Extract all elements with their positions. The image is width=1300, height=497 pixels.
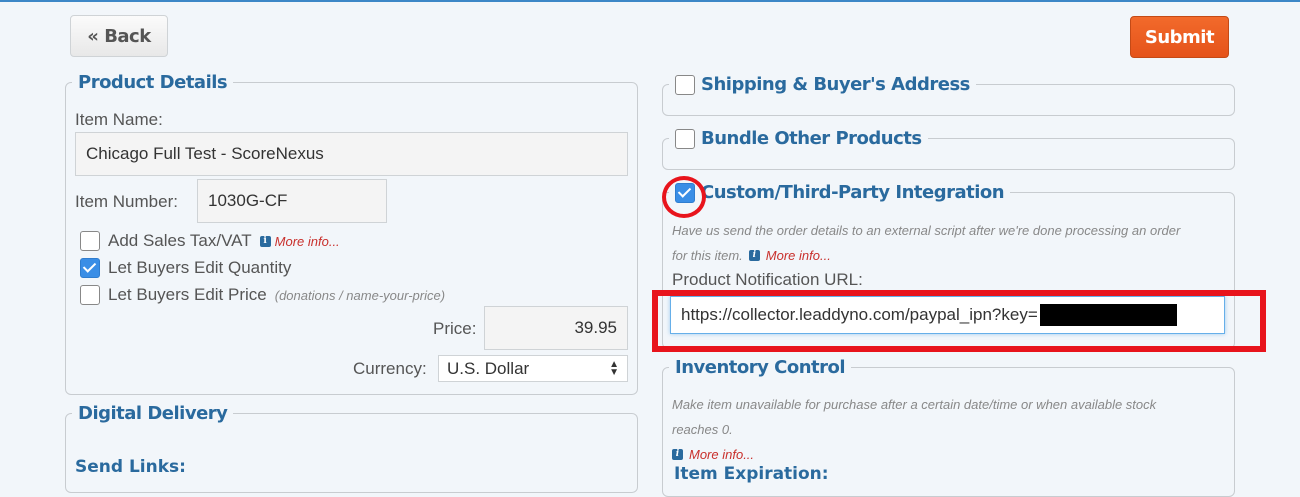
edit-price-label: Let Buyers Edit Price [108, 285, 267, 304]
back-button[interactable]: « Back [70, 15, 168, 57]
bundle-legend: Bundle Other Products [669, 128, 928, 149]
shipping-legend-label: Shipping & Buyer's Address [701, 74, 970, 95]
bundle-legend-label: Bundle Other Products [701, 128, 922, 149]
bundle-panel: Bundle Other Products [662, 128, 1235, 170]
select-arrows-icon: ▲ ▼ [609, 358, 619, 378]
price-label: Price: [433, 319, 477, 338]
edit-price-row: Let Buyers Edit Price (donations / name-… [80, 285, 445, 305]
annotation-circle [662, 176, 706, 218]
integration-legend-label: Custom/Third-Party Integration [701, 182, 1005, 203]
edit-quantity-label: Let Buyers Edit Quantity [108, 258, 292, 277]
edit-price-hint: (donations / name-your-price) [274, 287, 446, 303]
edit-quantity-checkbox[interactable] [80, 258, 100, 278]
sales-tax-row: Add Sales Tax/VAT i More info... [80, 231, 340, 251]
digital-delivery-panel: Digital Delivery [65, 403, 638, 493]
product-details-legend: Product Details [78, 72, 228, 93]
integration-description-line1: Have us send the order details to an ext… [672, 223, 1181, 238]
item-name-label: Item Name: [75, 110, 163, 129]
sales-tax-label: Add Sales Tax/VAT [108, 231, 252, 250]
integration-legend: Custom/Third-Party Integration [669, 182, 1010, 203]
info-icon: i [748, 250, 760, 261]
price-input[interactable]: 39.95 [484, 306, 628, 350]
notification-url-label: Product Notification URL: [672, 270, 863, 289]
top-accent-line [0, 0, 1300, 2]
item-name-input[interactable]: Chicago Full Test - ScoreNexus [75, 132, 628, 176]
integration-description-line2-row: for this item. i More info... [672, 243, 831, 268]
info-icon: i [672, 449, 683, 460]
currency-label: Currency: [353, 359, 427, 378]
annotation-rectangle [652, 290, 1266, 352]
integration-description-line2: for this item. [672, 248, 743, 263]
inventory-description-line2: reaches 0. [672, 422, 733, 437]
submit-button[interactable]: Submit [1130, 16, 1229, 58]
info-icon: i [259, 235, 271, 247]
currency-select[interactable]: U.S. Dollar ▲ ▼ [438, 355, 628, 382]
item-expiration-label: Item Expiration: [674, 464, 829, 484]
shipping-legend: Shipping & Buyer's Address [669, 74, 976, 95]
edit-quantity-row: Let Buyers Edit Quantity [80, 258, 291, 278]
inventory-description-line1: Make item unavailable for purchase after… [672, 397, 1157, 412]
shipping-checkbox[interactable] [675, 74, 695, 95]
item-number-label: Item Number: [75, 192, 178, 211]
edit-price-checkbox[interactable] [80, 285, 100, 305]
bundle-checkbox[interactable] [675, 128, 695, 149]
currency-select-value: U.S. Dollar [447, 358, 530, 378]
digital-delivery-legend: Digital Delivery [78, 403, 228, 424]
send-links-label: Send Links: [75, 457, 186, 477]
sales-tax-checkbox[interactable] [80, 231, 100, 251]
shipping-panel: Shipping & Buyer's Address [662, 74, 1235, 116]
integration-more-info-link[interactable]: More info... [766, 243, 831, 268]
sales-tax-more-info-link[interactable]: More info... [275, 234, 340, 249]
item-number-input[interactable]: 1030G-CF [197, 179, 387, 223]
inventory-legend: Inventory Control [675, 357, 846, 378]
